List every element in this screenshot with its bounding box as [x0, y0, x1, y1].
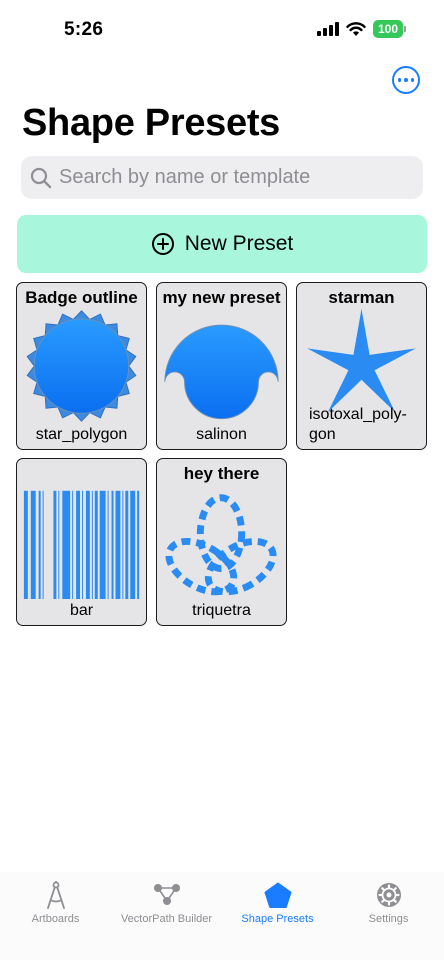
wifi-icon: [346, 21, 366, 36]
preset-card[interactable]: hey there triquetra: [156, 458, 287, 626]
preset-template: triquetra: [192, 602, 251, 619]
search-icon: [30, 167, 52, 188]
barcode-shape: [23, 490, 140, 599]
tab-vectorpath-builder[interactable]: VectorPath Builder: [111, 880, 222, 925]
search-bar[interactable]: [21, 156, 423, 199]
search-input[interactable]: [59, 166, 399, 189]
gear-icon: [376, 883, 401, 907]
barcode-bar: [107, 490, 109, 599]
barcode-bar: [122, 490, 124, 599]
cellular-signal-icon: [317, 22, 339, 36]
barcode-bar: [38, 490, 41, 599]
tab-bar: Artboards VectorPath Builder Shape Prese…: [0, 872, 444, 960]
barcode-bar: [72, 490, 74, 599]
status-bar: 5:26 100: [0, 0, 444, 56]
tab-artboards[interactable]: Artboards: [0, 880, 111, 925]
preset-card[interactable]: my new preset salinon: [156, 282, 287, 450]
barcode-bar: [23, 490, 28, 599]
barcode-bar: [99, 490, 106, 599]
preset-template: bar: [69, 602, 94, 619]
battery-icon: 100: [373, 20, 406, 38]
preset-card[interactable]: starman isotoxal_poly-gon: [296, 282, 427, 450]
battery-level: 100: [373, 20, 403, 38]
barcode-bar: [130, 490, 136, 599]
barcode-bar: [42, 490, 44, 599]
star-polygon-shape: [26, 310, 137, 422]
barcode-bar: [30, 490, 36, 599]
vector-nodes-icon: [153, 884, 180, 905]
tab-label: Artboards: [31, 913, 80, 925]
barcode-bar: [115, 490, 121, 599]
barcode-bar: [53, 490, 57, 599]
pentagon-icon: [264, 882, 291, 908]
compass-drafting-icon: [46, 881, 65, 909]
page-title: Shape Presets: [22, 102, 281, 144]
preset-template: star_polygon: [35, 426, 128, 443]
preset-template: salinon: [196, 426, 247, 443]
salinon-shape: [164, 324, 279, 420]
triquetra-shape: [165, 494, 277, 596]
tab-label: Settings: [368, 913, 409, 925]
status-icons: 100: [317, 20, 406, 38]
preset-card[interactable]: Badge outline star_polygon: [16, 282, 147, 450]
tab-settings[interactable]: Settings: [333, 880, 444, 925]
plus-circle-icon: [151, 233, 174, 255]
barcode-bar: [125, 490, 129, 599]
barcode-bar: [62, 490, 71, 599]
tab-label: VectorPath Builder: [120, 913, 213, 925]
barcode-bar: [91, 490, 93, 599]
ellipsis-circle-icon: [397, 78, 402, 82]
tab-label: Shape Presets: [241, 913, 314, 925]
barcode-bar: [111, 490, 114, 599]
barcode-bar: [81, 490, 83, 599]
barcode-bar: [58, 490, 60, 599]
barcode-bar: [85, 490, 90, 599]
more-options-button[interactable]: [392, 66, 420, 94]
tab-shape-presets[interactable]: Shape Presets: [222, 880, 333, 925]
barcode-bar: [94, 490, 98, 599]
new-preset-label: New Preset: [184, 232, 294, 255]
barcode-bar: [76, 490, 81, 599]
new-preset-button[interactable]: New Preset: [17, 215, 427, 273]
barcode-bar: [137, 490, 140, 599]
status-time: 5:26: [64, 19, 104, 40]
preset-card[interactable]: bar: [16, 458, 147, 626]
preset-template: isotoxal_poly-gon: [309, 406, 407, 443]
